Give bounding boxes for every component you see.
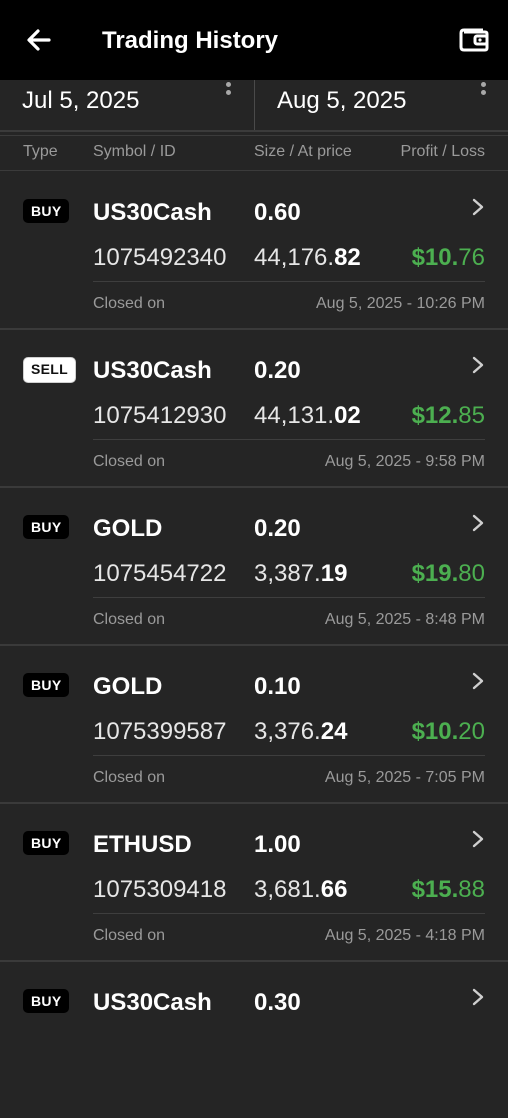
page-title: Trading History: [102, 27, 279, 54]
column-symbol-id: Symbol / ID: [93, 143, 176, 160]
trade-size: 0.20: [254, 515, 301, 542]
chevron-right-icon: [472, 830, 484, 848]
row-divider: [93, 281, 485, 282]
column-type: Type: [23, 143, 58, 160]
closed-label: Closed on: [93, 611, 166, 628]
trade-type-badge: BUY: [23, 673, 70, 697]
closed-date: Aug 5, 2025 - 10:26 PM: [316, 295, 485, 312]
trade-size: 1.00: [254, 831, 301, 858]
closed-date: Aug 5, 2025 - 8:48 PM: [324, 611, 485, 628]
trade-type-badge: BUY: [23, 199, 70, 223]
closed-label: Closed on: [93, 927, 166, 944]
row-divider: [93, 597, 485, 598]
trade-id: 1075412930: [93, 402, 227, 429]
trade-profit: $10.76: [411, 244, 485, 271]
trade-row[interactable]: BUY GOLD 0.20 1075454722 3,387.19 $19.80…: [0, 487, 508, 646]
trade-id: 1075492340: [93, 244, 227, 271]
chevron-right-icon: [472, 514, 484, 532]
trade-row[interactable]: BUY GOLD 0.10 1075399587 3,376.24 $10.20…: [0, 645, 508, 804]
trade-row[interactable]: BUY US30Cash 0.60 1075492340 44,176.82 $…: [0, 171, 508, 330]
trade-id: 1075454722: [93, 560, 227, 587]
closed-label: Closed on: [93, 453, 166, 470]
trade-row[interactable]: SELL US30Cash 0.20 1075412930 44,131.02 …: [0, 329, 508, 488]
more-vert-icon[interactable]: [481, 82, 487, 100]
trade-row[interactable]: BUY ETHUSD 1.00 1075309418 3,681.66 $15.…: [0, 803, 508, 962]
start-date: Jul 5, 2025: [22, 87, 140, 114]
closed-label: Closed on: [93, 769, 166, 786]
trade-price: 3,387.19: [254, 560, 348, 587]
top-app-bar: Trading History: [0, 0, 508, 80]
trade-id: 1075309418: [93, 876, 227, 903]
trade-symbol: US30Cash: [93, 989, 212, 1016]
closed-date: Aug 5, 2025 - 9:58 PM: [324, 453, 485, 470]
chevron-right-icon: [472, 988, 484, 1006]
closed-date: Aug 5, 2025 - 7:05 PM: [324, 769, 485, 786]
wallet-icon: [459, 28, 489, 52]
trade-type-badge: BUY: [23, 515, 70, 539]
column-headers: Type Symbol / ID Size / At price Profit …: [0, 138, 508, 171]
row-divider: [93, 439, 485, 440]
trade-row[interactable]: BUY US30Cash 0.30: [0, 961, 508, 1118]
trade-type-badge: SELL: [23, 357, 76, 383]
trade-price: 3,681.66: [254, 876, 348, 903]
row-divider: [93, 755, 485, 756]
start-date-picker[interactable]: Jul 5, 2025: [0, 80, 253, 130]
trade-symbol: GOLD: [93, 673, 163, 700]
column-size-price: Size / At price: [254, 143, 352, 160]
column-profit-loss: Profit / Loss: [400, 143, 485, 160]
more-vert-icon[interactable]: [226, 82, 232, 100]
trade-profit: $19.80: [411, 560, 485, 587]
trade-price: 44,131.02: [254, 402, 361, 429]
chevron-right-icon: [472, 198, 484, 216]
trade-type-badge: BUY: [23, 831, 70, 855]
trade-price: 3,376.24: [254, 718, 348, 745]
trade-price: 44,176.82: [254, 244, 361, 271]
end-date-picker[interactable]: Aug 5, 2025: [254, 80, 508, 130]
wallet-button[interactable]: [456, 24, 492, 56]
end-date: Aug 5, 2025: [277, 87, 407, 114]
trade-size: 0.60: [254, 199, 301, 226]
trade-profit: $12.85: [411, 402, 485, 429]
date-range-selector: Jul 5, 2025 Aug 5, 2025: [0, 80, 508, 136]
trade-type-badge: BUY: [23, 989, 70, 1013]
trade-symbol: ETHUSD: [93, 831, 192, 858]
trade-symbol: GOLD: [93, 515, 163, 542]
trade-id: 1075399587: [93, 718, 227, 745]
trade-profit: $10.20: [411, 718, 485, 745]
back-button[interactable]: [22, 24, 56, 58]
trade-size: 0.30: [254, 989, 301, 1016]
trade-symbol: US30Cash: [93, 199, 212, 226]
chevron-right-icon: [472, 356, 484, 374]
closed-label: Closed on: [93, 295, 166, 312]
trade-profit: $15.88: [411, 876, 485, 903]
trade-size: 0.20: [254, 357, 301, 384]
row-divider: [93, 913, 485, 914]
arrow-left-icon: [27, 29, 51, 51]
trade-size: 0.10: [254, 673, 301, 700]
closed-date: Aug 5, 2025 - 4:18 PM: [324, 927, 485, 944]
trade-symbol: US30Cash: [93, 357, 212, 384]
chevron-right-icon: [472, 672, 484, 690]
